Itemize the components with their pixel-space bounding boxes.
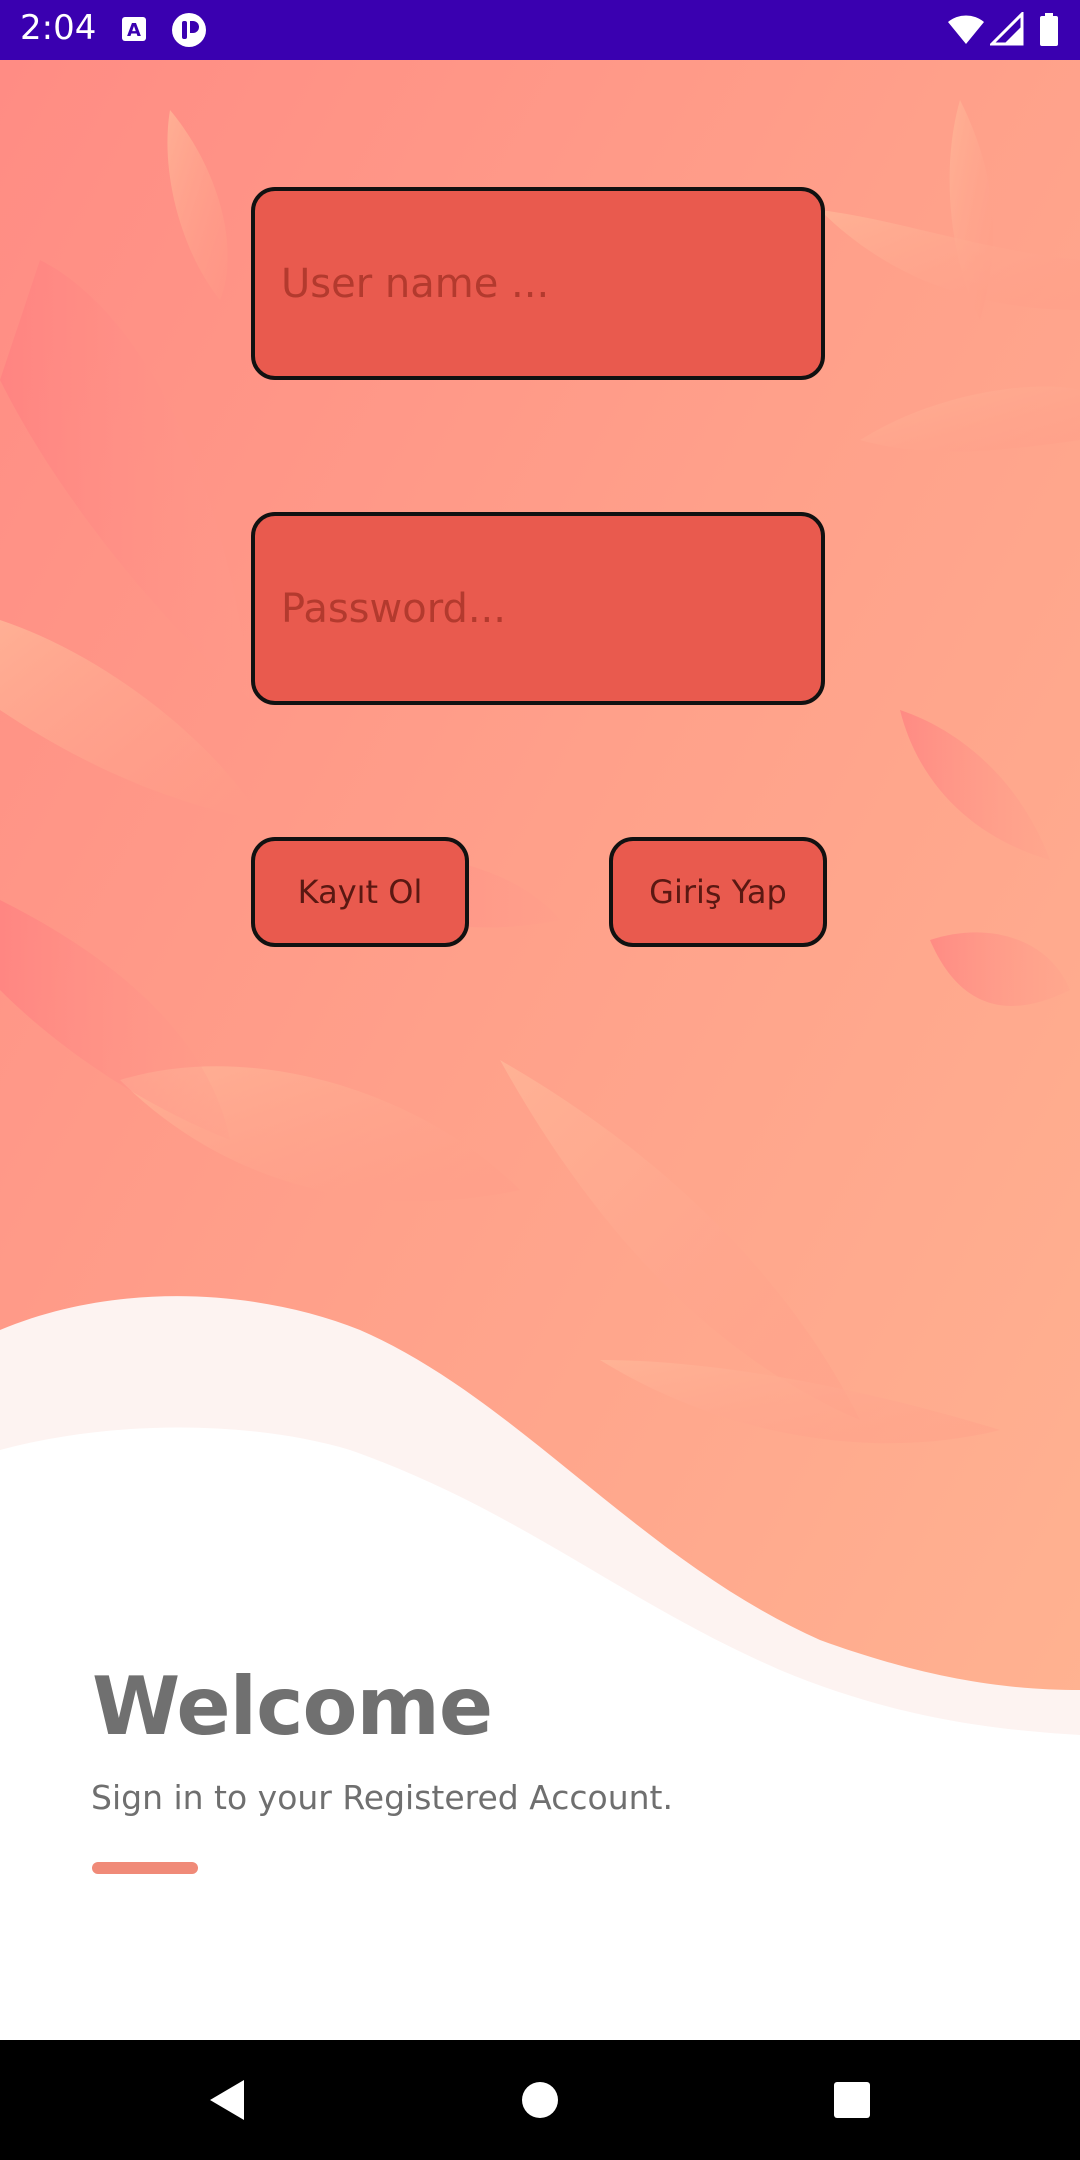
signal-icon: [988, 10, 1024, 53]
username-field[interactable]: [251, 187, 825, 380]
password-input[interactable]: [279, 584, 821, 633]
accent-divider: [92, 1862, 198, 1874]
welcome-subtitle: Sign in to your Registered Account.: [91, 1778, 673, 1817]
status-time: 2:04: [20, 8, 97, 48]
notification-a-icon: A: [120, 12, 148, 53]
status-bar: 2:04 A: [0, 0, 1080, 60]
login-button[interactable]: Giriş Yap: [609, 837, 827, 947]
username-input[interactable]: [279, 259, 821, 308]
welcome-title: Welcome: [92, 1660, 493, 1753]
navigation-bar: [0, 2040, 1080, 2160]
recents-icon[interactable]: [822, 2070, 882, 2130]
wifi-icon: [946, 12, 986, 53]
svg-text:A: A: [127, 20, 141, 41]
app-badge-icon: [170, 12, 208, 53]
login-screen: 2:04 A User name ... Kayıt Ol Giriş Yap …: [0, 0, 1080, 2160]
battery-icon: [1038, 12, 1060, 53]
register-button[interactable]: Kayıt Ol: [251, 837, 469, 947]
home-icon[interactable]: [510, 2070, 570, 2130]
back-icon[interactable]: [196, 2070, 256, 2130]
password-field[interactable]: [251, 512, 825, 705]
